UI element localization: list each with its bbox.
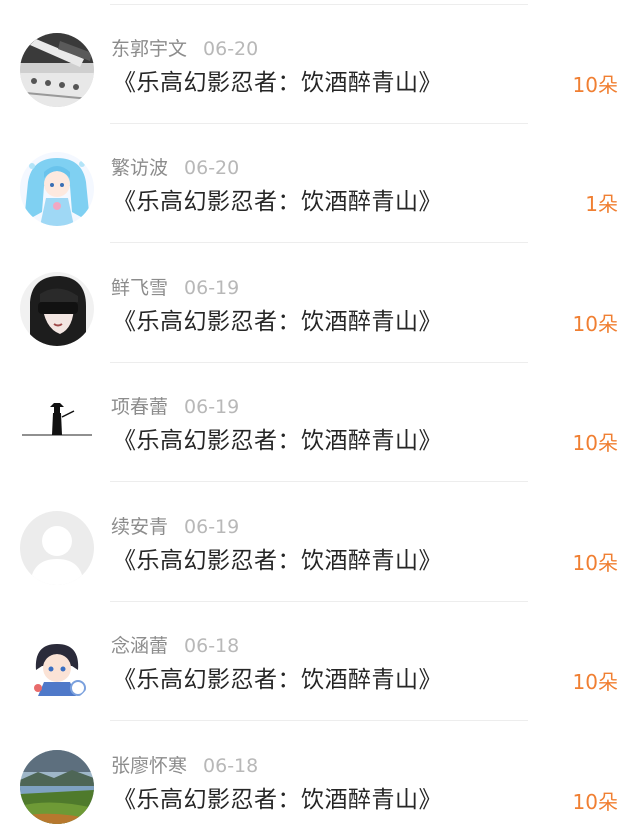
record-meta: 张廖怀寒 06-18 [111, 753, 258, 779]
list-item[interactable]: 项春蕾 06-19 《乐高幻影忍者：饮酒醉青山》 10朵 [0, 363, 640, 482]
anime-girl-avatar-icon [20, 152, 94, 226]
work-title[interactable]: 《乐高幻影忍者：饮酒醉青山》 [113, 784, 442, 816]
flower-count: 10朵 [572, 551, 618, 575]
record-meta: 鲜飞雪 06-19 [111, 275, 239, 301]
avatar[interactable] [20, 152, 94, 226]
avatar[interactable] [20, 630, 94, 704]
flower-count: 10朵 [572, 790, 618, 814]
flower-count: 10朵 [572, 312, 618, 336]
list-item[interactable]: 繁访波 06-20 《乐高幻影忍者：饮酒醉青山》 1朵 [0, 124, 640, 243]
user-name[interactable]: 繁访波 [111, 157, 168, 179]
record-meta: 念涵蕾 06-18 [111, 633, 239, 659]
gift-record-list: 东郭宇文 06-20 《乐高幻影忍者：饮酒醉青山》 10朵 繁访波 06-20 [0, 0, 640, 832]
swordsman-silhouette-avatar-icon [20, 391, 94, 465]
record-meta: 繁访波 06-20 [111, 155, 239, 181]
record-date: 06-20 [184, 157, 240, 179]
list-item[interactable]: 鲜飞雪 06-19 《乐高幻影忍者：饮酒醉青山》 10朵 [0, 244, 640, 363]
flower-count: 1朵 [585, 192, 618, 216]
avatar[interactable] [20, 391, 94, 465]
record-date: 06-19 [184, 277, 240, 299]
divider [110, 481, 528, 482]
avatar[interactable] [20, 511, 94, 585]
user-name[interactable]: 念涵蕾 [111, 635, 168, 657]
blindfold-avatar-icon [20, 272, 94, 346]
list-item[interactable]: 东郭宇文 06-20 《乐高幻影忍者：饮酒醉青山》 10朵 [0, 5, 640, 124]
record-date: 06-19 [184, 516, 240, 538]
record-meta: 续安青 06-19 [111, 514, 239, 540]
user-name[interactable]: 项春蕾 [111, 396, 168, 418]
record-date: 06-18 [184, 635, 240, 657]
avatar[interactable] [20, 272, 94, 346]
user-name[interactable]: 鲜飞雪 [111, 277, 168, 299]
list-item[interactable]: 续安青 06-19 《乐高幻影忍者：饮酒醉青山》 10朵 [0, 483, 640, 602]
record-date: 06-20 [203, 38, 259, 60]
work-title[interactable]: 《乐高幻影忍者：饮酒醉青山》 [113, 67, 442, 99]
landscape-avatar-icon [20, 750, 94, 824]
work-title[interactable]: 《乐高幻影忍者：饮酒醉青山》 [113, 306, 442, 338]
list-item[interactable]: 念涵蕾 06-18 《乐高幻影忍者：饮酒醉青山》 10朵 [0, 602, 640, 721]
chibi-avatar-icon [20, 630, 94, 704]
record-meta: 东郭宇文 06-20 [111, 36, 258, 62]
flower-count: 10朵 [572, 670, 618, 694]
divider [110, 720, 528, 721]
work-title[interactable]: 《乐高幻影忍者：饮酒醉青山》 [113, 545, 442, 577]
default-user-avatar-icon [20, 511, 94, 585]
record-date: 06-18 [203, 755, 259, 777]
work-title[interactable]: 《乐高幻影忍者：饮酒醉青山》 [113, 664, 442, 696]
flower-count: 10朵 [572, 431, 618, 455]
list-item[interactable]: 张廖怀寒 06-18 《乐高幻影忍者：饮酒醉青山》 10朵 [0, 722, 640, 832]
user-name[interactable]: 续安青 [111, 516, 168, 538]
work-title[interactable]: 《乐高幻影忍者：饮酒醉青山》 [113, 425, 442, 457]
flower-count: 10朵 [572, 73, 618, 97]
avatar[interactable] [20, 750, 94, 824]
user-name[interactable]: 东郭宇文 [111, 38, 187, 60]
photo-avatar-icon [20, 33, 94, 107]
avatar[interactable] [20, 33, 94, 107]
work-title[interactable]: 《乐高幻影忍者：饮酒醉青山》 [113, 186, 442, 218]
user-name[interactable]: 张廖怀寒 [111, 755, 187, 777]
record-meta: 项春蕾 06-19 [111, 394, 239, 420]
divider [110, 242, 528, 243]
record-date: 06-19 [184, 396, 240, 418]
